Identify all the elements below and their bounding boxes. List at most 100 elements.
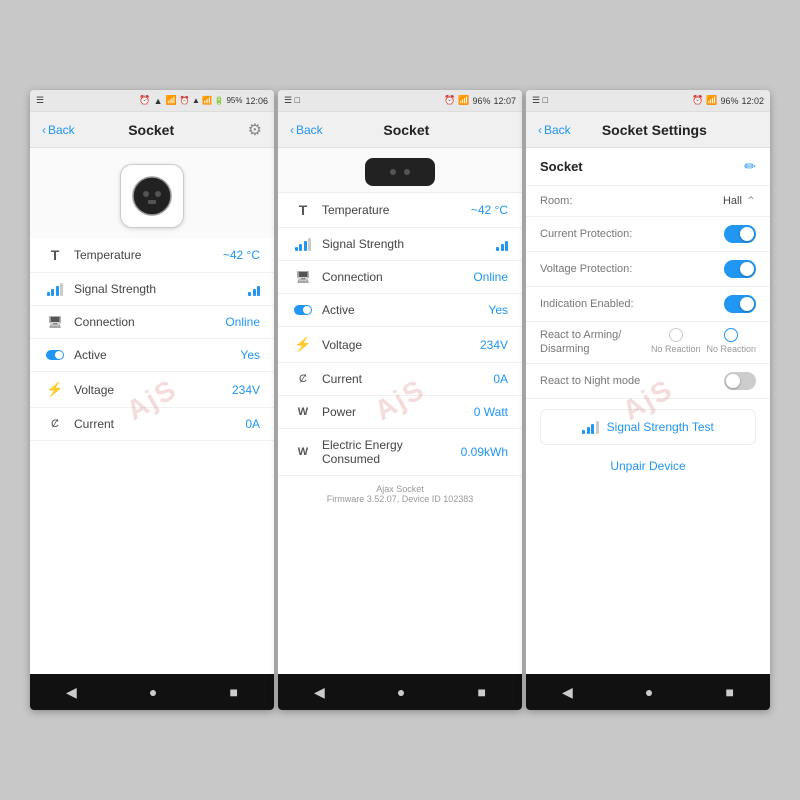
android-nav-1: ◀ ● ■ [30,674,274,710]
android-home-3[interactable]: ● [645,684,653,700]
android-nav-2: ◀ ● ■ [278,674,522,710]
bar2 [51,289,54,296]
android-recent-3[interactable]: ■ [725,684,733,700]
react-option-1[interactable]: No Reaction [651,328,701,354]
status-bar-3: ☰ □ ⏰ 📶 96% 12:02 [526,90,770,112]
react-option-2[interactable]: No Reaction [706,328,756,354]
android-nav-3: ◀ ● ■ [526,674,770,710]
socket-name-row: Socket ✏ [526,148,770,186]
row-voltage-2: ⚡ Voltage 234V [278,327,522,363]
row-signal-1: Signal Strength [30,273,274,306]
back-button-1[interactable]: ‹ Back [42,123,75,137]
content-1: T Temperature ~42 °C Signal Strength [30,148,274,674]
power-value-2: 0 Watt [474,405,508,419]
room-select-arrow[interactable]: ⌃ [746,194,756,208]
socket-name-label: Socket [540,159,744,174]
signal-value-1 [248,282,260,296]
android-home-2[interactable]: ● [397,684,405,700]
temp-value-2: ~42 °C [471,203,508,217]
react-option-label-2: No Reaction [706,344,756,354]
screen-1: AjS ☰ ⏰ ▲ 📶 ⏰ ▲ 📶 🔋 95% 12:06 ‹ Back Soc… [30,90,274,710]
android-back-1[interactable]: ◀ [66,684,77,701]
row-active-2: Active Yes [278,294,522,327]
temp-icon-2: T [292,202,314,218]
status-clock-icon-1: ⏰ [139,95,150,106]
edit-icon-3[interactable]: ✏ [744,158,756,175]
night-mode-toggle[interactable] [724,372,756,390]
indication-toggle[interactable] [724,295,756,313]
signal-icon-1 [44,282,66,296]
connection-icon-2: 🖥 [292,270,314,284]
temp-value-1: ~42 °C [223,248,260,262]
status-time-1: 12:06 [245,96,268,106]
content-3: Socket ✏ Room: Hall ⌃ Current Protection… [526,148,770,674]
status-icons-left-1: ☰ [36,95,44,106]
settings-room-row: Room: Hall ⌃ [526,186,770,217]
android-recent-1[interactable]: ■ [229,684,237,700]
socket-top-area [278,148,522,193]
status-bar-2: ☰ □ ⏰ 📶 96% 12:07 [278,90,522,112]
firmware-info-2: Ajax Socket Firmware 3.52.07, Device ID … [278,476,522,512]
device-image-area-1 [30,148,274,238]
sv2b1 [496,247,499,251]
voltage-label-2: Voltage [314,338,480,352]
signal-bars-value-2 [496,237,508,251]
active-label-2: Active [314,303,488,317]
status-time-3: 12:02 [741,96,764,106]
unpair-button[interactable]: Unpair Device [526,451,770,481]
signal-bars-value-1 [248,282,260,296]
s2bar3 [304,241,307,251]
radio-2 [724,328,738,342]
temp-label-1: Temperature [66,248,223,262]
status-bar-1: ☰ ⏰ ▲ 📶 ⏰ ▲ 📶 🔋 95% 12:06 [30,90,274,112]
android-back-2[interactable]: ◀ [314,684,325,701]
stb4 [596,421,599,434]
s2bar2 [299,244,302,251]
back-arrow-icon-2: ‹ [290,123,294,137]
status-left-icons-3: ☰ □ [532,95,548,106]
android-home-1[interactable]: ● [149,684,157,700]
bar3 [56,286,59,296]
signal-bars-icon-1 [47,282,64,296]
back-button-2[interactable]: ‹ Back [290,123,323,137]
status-signal-1: 📶 [166,95,177,106]
sv2b3 [505,241,508,251]
room-value: Hall [723,195,742,207]
current-protection-toggle[interactable] [724,225,756,243]
stb3 [591,424,594,434]
vbar2 [253,289,256,296]
voltage-value-2: 234V [480,338,508,352]
settings-voltage-protection-row: Voltage Protection: [526,252,770,287]
react-arming-row: React to Arming/ Disarming No Reaction N… [526,322,770,364]
bar4 [60,283,63,296]
socket-hole-2 [404,169,410,175]
row-current-2: Ȼ Current 0A [278,363,522,396]
signal-test-button[interactable]: Signal Strength Test [540,409,756,445]
main-container: AjS ☰ ⏰ ▲ 📶 ⏰ ▲ 📶 🔋 95% 12:06 ‹ Back Soc… [0,0,800,800]
row-connection-1: 🖥 Connection Online [30,306,274,339]
vbar1 [248,292,251,296]
react-arming-options: No Reaction No Reaction [651,328,756,354]
voltage-protection-label: Voltage Protection: [540,263,724,275]
gear-icon-1[interactable]: ⚙ [248,120,262,140]
back-label-3: Back [544,123,571,137]
android-back-3[interactable]: ◀ [562,684,573,701]
row-connection-2: 🖥 Connection Online [278,261,522,294]
signal-test-icon [582,420,599,434]
row-voltage-1: ⚡ Voltage 234V [30,372,274,408]
connection-icon-1: 🖥 [44,315,66,329]
back-button-3[interactable]: ‹ Back [538,123,571,137]
react-arming-label: React to Arming/ Disarming [540,328,651,357]
current-value-2: 0A [493,372,508,386]
android-recent-2[interactable]: ■ [477,684,485,700]
vbar3 [257,286,260,296]
signal-icon-2 [292,237,314,251]
react-option-label-1: No Reaction [651,344,701,354]
active-value-1: Yes [240,348,260,362]
row-temperature-2: T Temperature ~42 °C [278,193,522,228]
back-label-1: Back [48,123,75,137]
content-2: T Temperature ~42 °C Signal Strength [278,148,522,674]
active-icon-1 [44,350,66,360]
status-clock-icon-2: ⏰ [444,95,455,106]
voltage-protection-toggle[interactable] [724,260,756,278]
